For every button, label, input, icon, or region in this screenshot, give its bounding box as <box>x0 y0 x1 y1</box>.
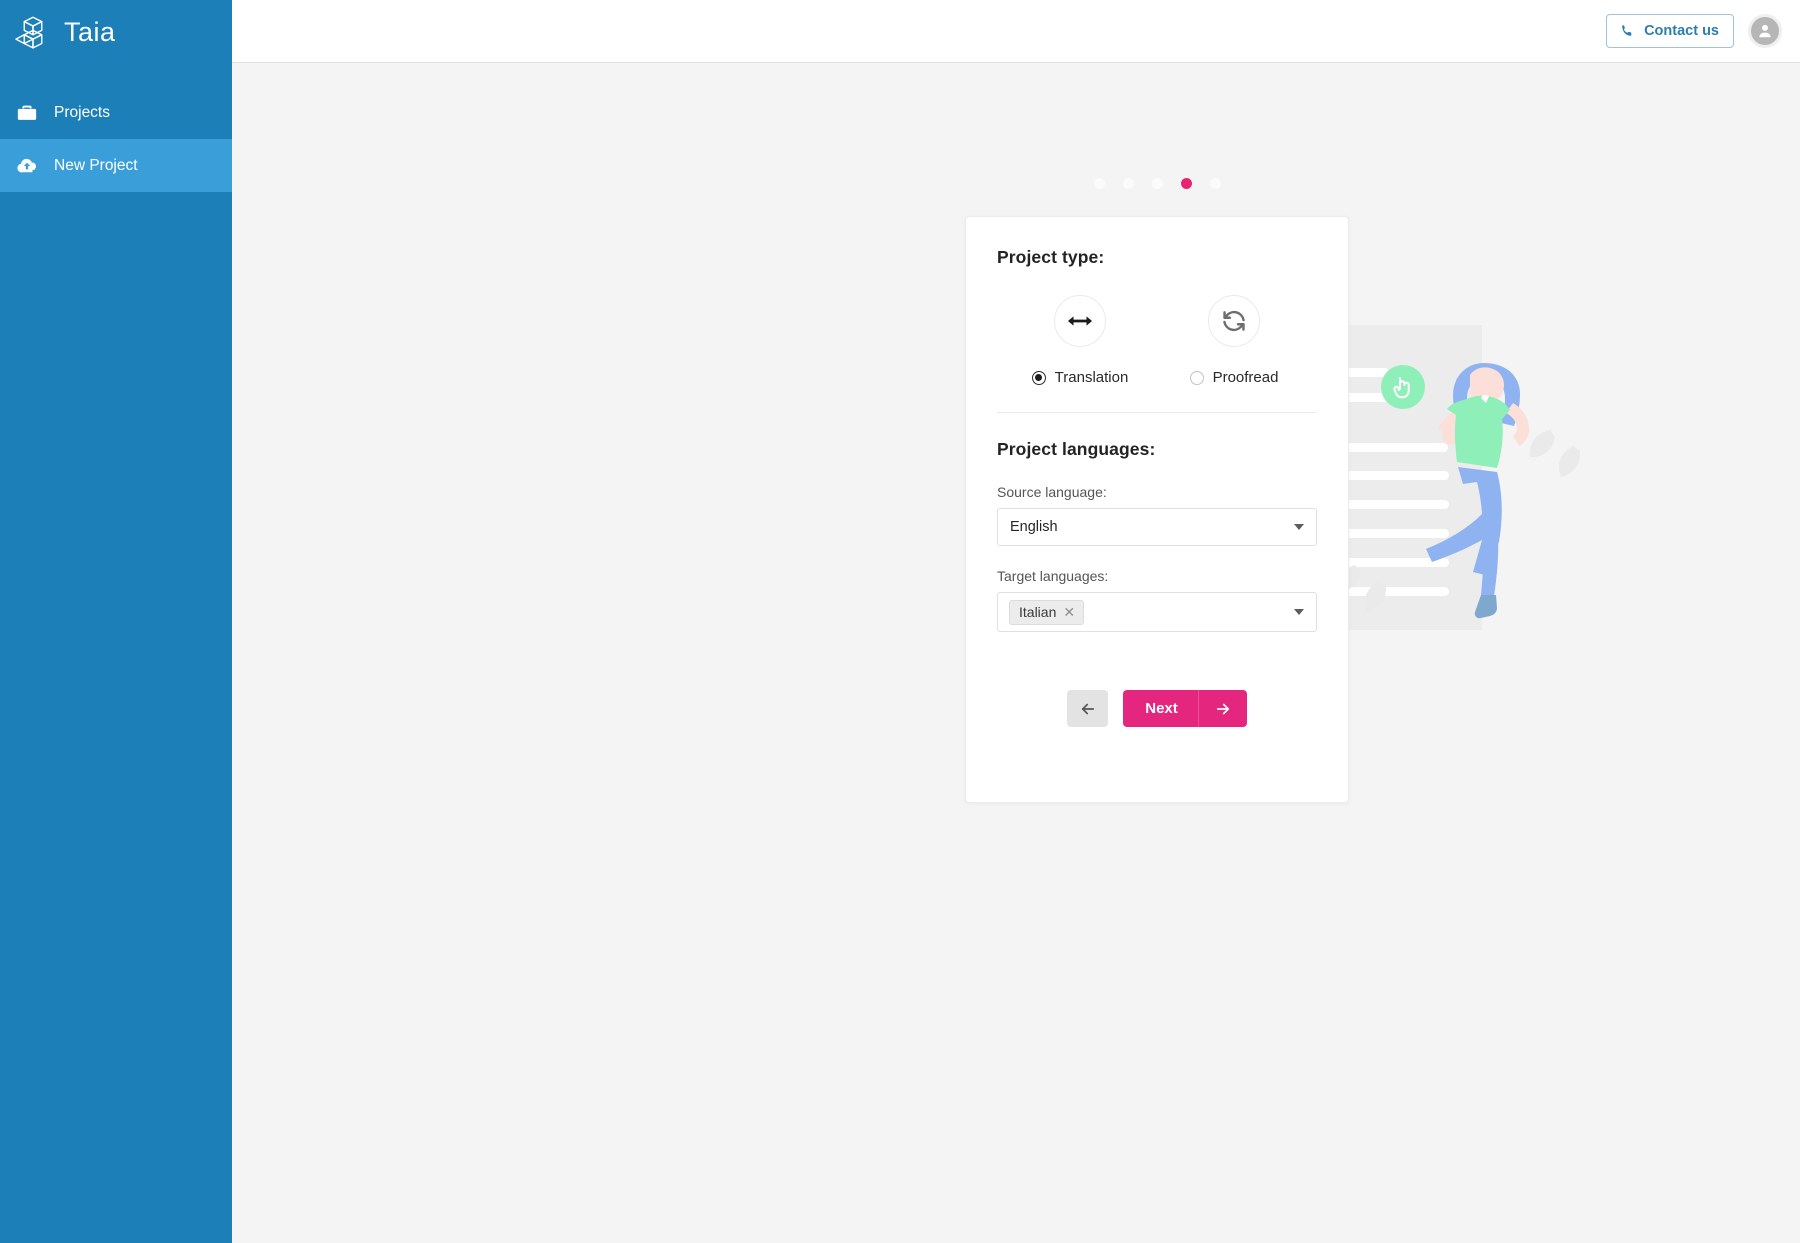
arrow-right-icon <box>1199 700 1247 718</box>
proofread-radio[interactable] <box>1189 370 1204 385</box>
chevron-down-icon <box>1294 524 1304 530</box>
refresh-sync-icon <box>1208 295 1260 347</box>
woman-with-document-illustration <box>1317 315 1607 675</box>
contact-us-label: Contact us <box>1644 23 1719 39</box>
brand-name: Taia <box>64 17 116 47</box>
sidebar-item-projects[interactable]: Projects <box>0 86 232 139</box>
section-divider <box>997 412 1317 413</box>
source-language-value: English <box>1010 519 1058 535</box>
source-language-select[interactable]: English <box>997 508 1317 546</box>
source-language-label: Source language: <box>997 484 1107 500</box>
topbar: Contact us <box>232 0 1800 63</box>
pointer-hand-icon <box>1381 365 1425 409</box>
new-project-card: Project type: Translation Proofread Proj… <box>965 216 1349 803</box>
step-dot-1[interactable] <box>1093 178 1105 189</box>
target-languages-label: Target languages: <box>997 568 1109 584</box>
project-type-option-translation[interactable]: Translation <box>1003 295 1157 386</box>
source-language-field: Source language: English <box>997 484 1317 546</box>
next-button[interactable]: Next <box>1123 690 1247 727</box>
chevron-down-icon <box>1294 609 1304 615</box>
close-icon[interactable]: ✕ <box>1063 605 1075 619</box>
step-dot-3[interactable] <box>1151 178 1163 189</box>
avatar[interactable] <box>1748 14 1782 48</box>
wizard-actions: Next <box>997 690 1317 727</box>
step-dot-4[interactable] <box>1180 178 1192 189</box>
arrow-left-icon <box>1079 700 1097 718</box>
translation-radio-row[interactable]: Translation <box>1031 369 1129 386</box>
cloud-upload-icon <box>14 153 40 179</box>
main-area: Contact us Project type: Translation Pro… <box>232 0 1800 1243</box>
sidebar-nav: Projects New Project <box>0 86 232 192</box>
app-root: Taia Projects New Project Contact us Pro… <box>0 0 1800 1243</box>
contact-us-button[interactable]: Contact us <box>1606 14 1734 48</box>
sidebar: Taia Projects New Project <box>0 0 232 1243</box>
step-indicator <box>965 178 1349 189</box>
translation-radio[interactable] <box>1031 370 1046 385</box>
language-chip-label: Italian <box>1019 603 1057 620</box>
proofread-radio-row[interactable]: Proofread <box>1189 369 1279 386</box>
target-languages-select[interactable]: Italian ✕ <box>997 592 1317 632</box>
briefcase-icon <box>14 100 40 126</box>
target-language-chips: Italian ✕ <box>1004 599 1288 625</box>
project-languages-section: Project languages: Source language: Engl… <box>997 439 1317 632</box>
cubes-logo-icon <box>12 12 54 54</box>
left-right-arrow-icon <box>1054 295 1106 347</box>
step-dot-5[interactable] <box>1209 178 1221 189</box>
project-languages-heading: Project languages: <box>997 439 1156 459</box>
project-type-heading: Project type: <box>997 247 1105 267</box>
target-languages-field: Target languages: Italian ✕ <box>997 568 1317 632</box>
language-chip-italian[interactable]: Italian ✕ <box>1009 599 1085 625</box>
back-button[interactable] <box>1067 690 1109 727</box>
sidebar-item-new-project[interactable]: New Project <box>0 139 232 192</box>
step-dot-2[interactable] <box>1122 178 1134 189</box>
sidebar-item-projects-label: Projects <box>54 103 110 121</box>
sidebar-item-new-project-label: New Project <box>54 156 138 174</box>
phone-icon <box>1619 23 1635 39</box>
brand[interactable]: Taia <box>0 0 232 65</box>
proofread-label: Proofread <box>1212 369 1279 386</box>
project-type-options: Translation Proofread <box>997 295 1317 386</box>
next-button-label: Next <box>1145 700 1178 717</box>
translation-label: Translation <box>1054 369 1129 386</box>
wizard: Project type: Translation Proofread Proj… <box>232 63 1800 1243</box>
project-type-option-proofread[interactable]: Proofread <box>1157 295 1311 386</box>
user-avatar-icon <box>1755 21 1775 41</box>
